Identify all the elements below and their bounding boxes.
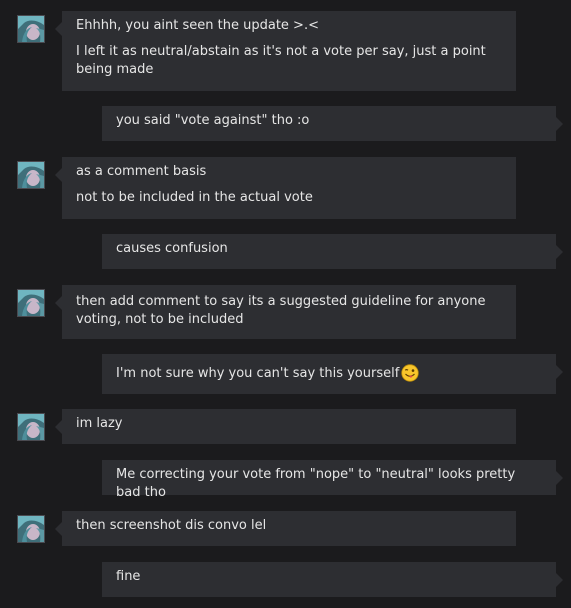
message-text: im lazy bbox=[76, 416, 123, 431]
user-avatar[interactable] bbox=[17, 289, 45, 317]
message-text: as a comment basis bbox=[76, 164, 207, 179]
tongue-wink-emoji-icon bbox=[401, 364, 420, 382]
message-text: Ehhhh, you aint seen the update >.< bbox=[76, 18, 319, 33]
message-text: then screenshot dis convo lel bbox=[76, 518, 267, 533]
message-text: not to be included in the actual vote bbox=[76, 190, 313, 205]
message-bubble-outgoing: I'm not sure why you can't say this your… bbox=[102, 354, 563, 394]
user-avatar[interactable] bbox=[17, 515, 45, 543]
message-bubble-outgoing: you said "vote against" tho :o bbox=[102, 106, 563, 141]
message-bubble-incoming: as a comment basis not to be included in… bbox=[55, 157, 516, 219]
message-text: you said "vote against" tho :o bbox=[116, 113, 310, 128]
message-text: causes confusion bbox=[116, 241, 228, 256]
message-text: Me correcting your vote from "nope" to "… bbox=[116, 467, 516, 500]
message-bubble-outgoing: causes confusion bbox=[102, 234, 563, 269]
message-bubble-incoming: im lazy bbox=[55, 409, 516, 444]
message-text-row: I'm not sure why you can't say this your… bbox=[116, 364, 542, 383]
message-text: fine bbox=[116, 569, 141, 584]
user-avatar[interactable] bbox=[17, 413, 45, 441]
message-bubble-incoming: then screenshot dis convo lel bbox=[55, 511, 516, 546]
message-text: then add comment to say its a suggested … bbox=[76, 294, 486, 327]
user-avatar[interactable] bbox=[17, 15, 45, 43]
message-text: I'm not sure why you can't say this your… bbox=[116, 366, 400, 381]
chat-log: Ehhhh, you aint seen the update >.< I le… bbox=[0, 0, 571, 608]
message-bubble-incoming: then add comment to say its a suggested … bbox=[55, 285, 516, 339]
message-bubble-outgoing: fine bbox=[102, 562, 563, 597]
message-bubble-outgoing: Me correcting your vote from "nope" to "… bbox=[102, 460, 563, 500]
user-avatar[interactable] bbox=[17, 161, 45, 189]
message-text: I left it as neutral/abstain as it's not… bbox=[76, 44, 486, 77]
message-bubble-incoming: Ehhhh, you aint seen the update >.< I le… bbox=[55, 11, 516, 91]
